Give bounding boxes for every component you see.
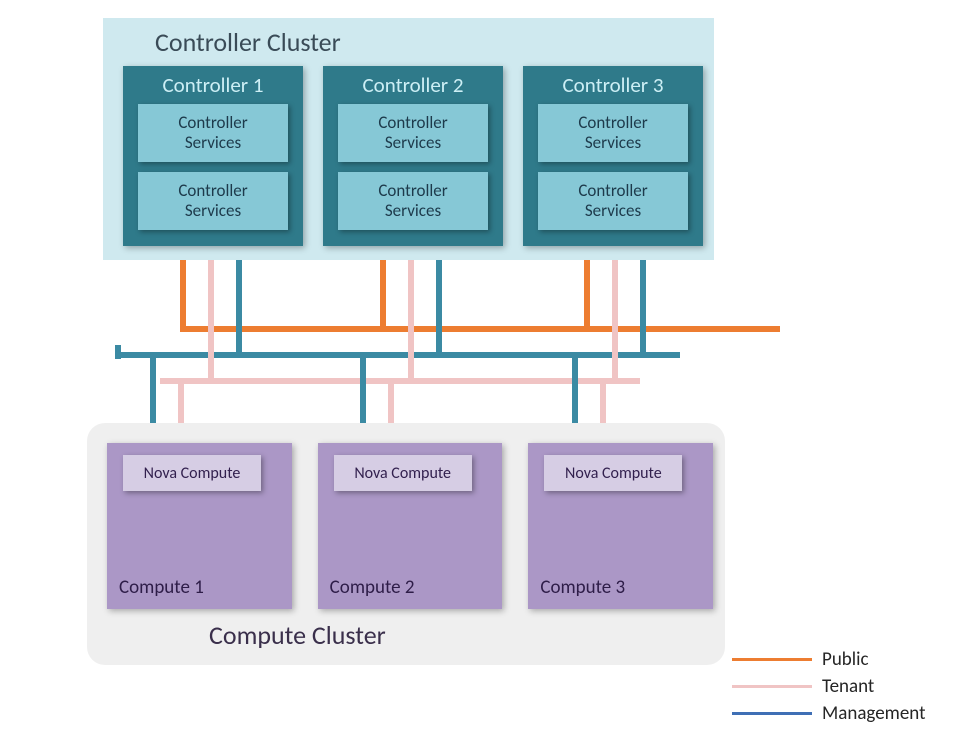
c3-mgmt-drop — [640, 260, 646, 352]
compute-2-nova: Nova Compute — [334, 455, 472, 491]
svc-label: Services — [185, 201, 241, 221]
svc-label: Controller — [378, 113, 447, 133]
c2-public-drop — [380, 260, 386, 326]
controller-cluster-title: Controller Cluster — [155, 26, 704, 58]
legend-management-label: Management — [822, 702, 925, 725]
controller-2-services-a: Controller Services — [338, 104, 488, 162]
tenant-bus — [160, 378, 640, 384]
legend-management: Management — [732, 702, 952, 725]
c1-tenant-drop — [208, 260, 214, 378]
svc-label: Services — [185, 133, 241, 153]
controller-1: Controller 1 Controller Services Control… — [123, 66, 303, 246]
controller-1-title: Controller 1 — [162, 72, 263, 98]
svc-label: Controller — [578, 181, 647, 201]
compute-3: Nova Compute Compute 3 — [528, 443, 713, 609]
legend-public: Public — [732, 648, 952, 671]
svc-label: Services — [385, 201, 441, 221]
compute-3-label: Compute 3 — [540, 576, 625, 599]
controller-3-services-b: Controller Services — [538, 172, 688, 230]
public-bus — [180, 326, 780, 332]
svc-label: Services — [585, 201, 641, 221]
compute-cluster: Nova Compute Compute 1 Nova Compute Comp… — [87, 423, 725, 665]
legend-tenant-label: Tenant — [822, 675, 874, 698]
legend-public-line — [732, 658, 812, 661]
legend-public-label: Public — [822, 648, 869, 671]
legend: Public Tenant Management — [732, 648, 952, 729]
svc-label: Controller — [578, 113, 647, 133]
svc-label: Services — [385, 133, 441, 153]
legend-management-line — [732, 712, 812, 715]
compute-1-nova: Nova Compute — [123, 455, 261, 491]
c3-public-drop — [584, 260, 590, 326]
svc-label: Services — [585, 133, 641, 153]
c3-tenant-drop — [612, 260, 618, 378]
controller-1-services-b: Controller Services — [138, 172, 288, 230]
compute-1: Nova Compute Compute 1 — [107, 443, 292, 609]
controller-2: Controller 2 Controller Services Control… — [323, 66, 503, 246]
controller-2-title: Controller 2 — [362, 72, 463, 98]
controller-3-title: Controller 3 — [562, 72, 663, 98]
compute-1-label: Compute 1 — [119, 576, 204, 599]
controller-3-services-a: Controller Services — [538, 104, 688, 162]
controller-cluster: Controller Cluster Controller 1 Controll… — [103, 18, 714, 260]
c1-mgmt-drop — [236, 260, 242, 352]
svc-label: Controller — [178, 113, 247, 133]
svc-label: Controller — [178, 181, 247, 201]
legend-tenant: Tenant — [732, 675, 952, 698]
compute-cluster-title: Compute Cluster — [209, 619, 713, 651]
c2-mgmt-drop — [436, 260, 442, 352]
controller-2-services-b: Controller Services — [338, 172, 488, 230]
svc-label: Controller — [378, 181, 447, 201]
mgmt-bus — [115, 352, 680, 358]
controller-3: Controller 3 Controller Services Control… — [523, 66, 703, 246]
mgmt-left-stub — [115, 345, 121, 359]
compute-2-label: Compute 2 — [330, 576, 415, 599]
compute-2: Nova Compute Compute 2 — [318, 443, 503, 609]
c1-public-drop — [180, 260, 186, 326]
controller-1-services-a: Controller Services — [138, 104, 288, 162]
legend-tenant-line — [732, 685, 812, 688]
compute-3-nova: Nova Compute — [544, 455, 682, 491]
c2-tenant-drop — [408, 260, 414, 378]
